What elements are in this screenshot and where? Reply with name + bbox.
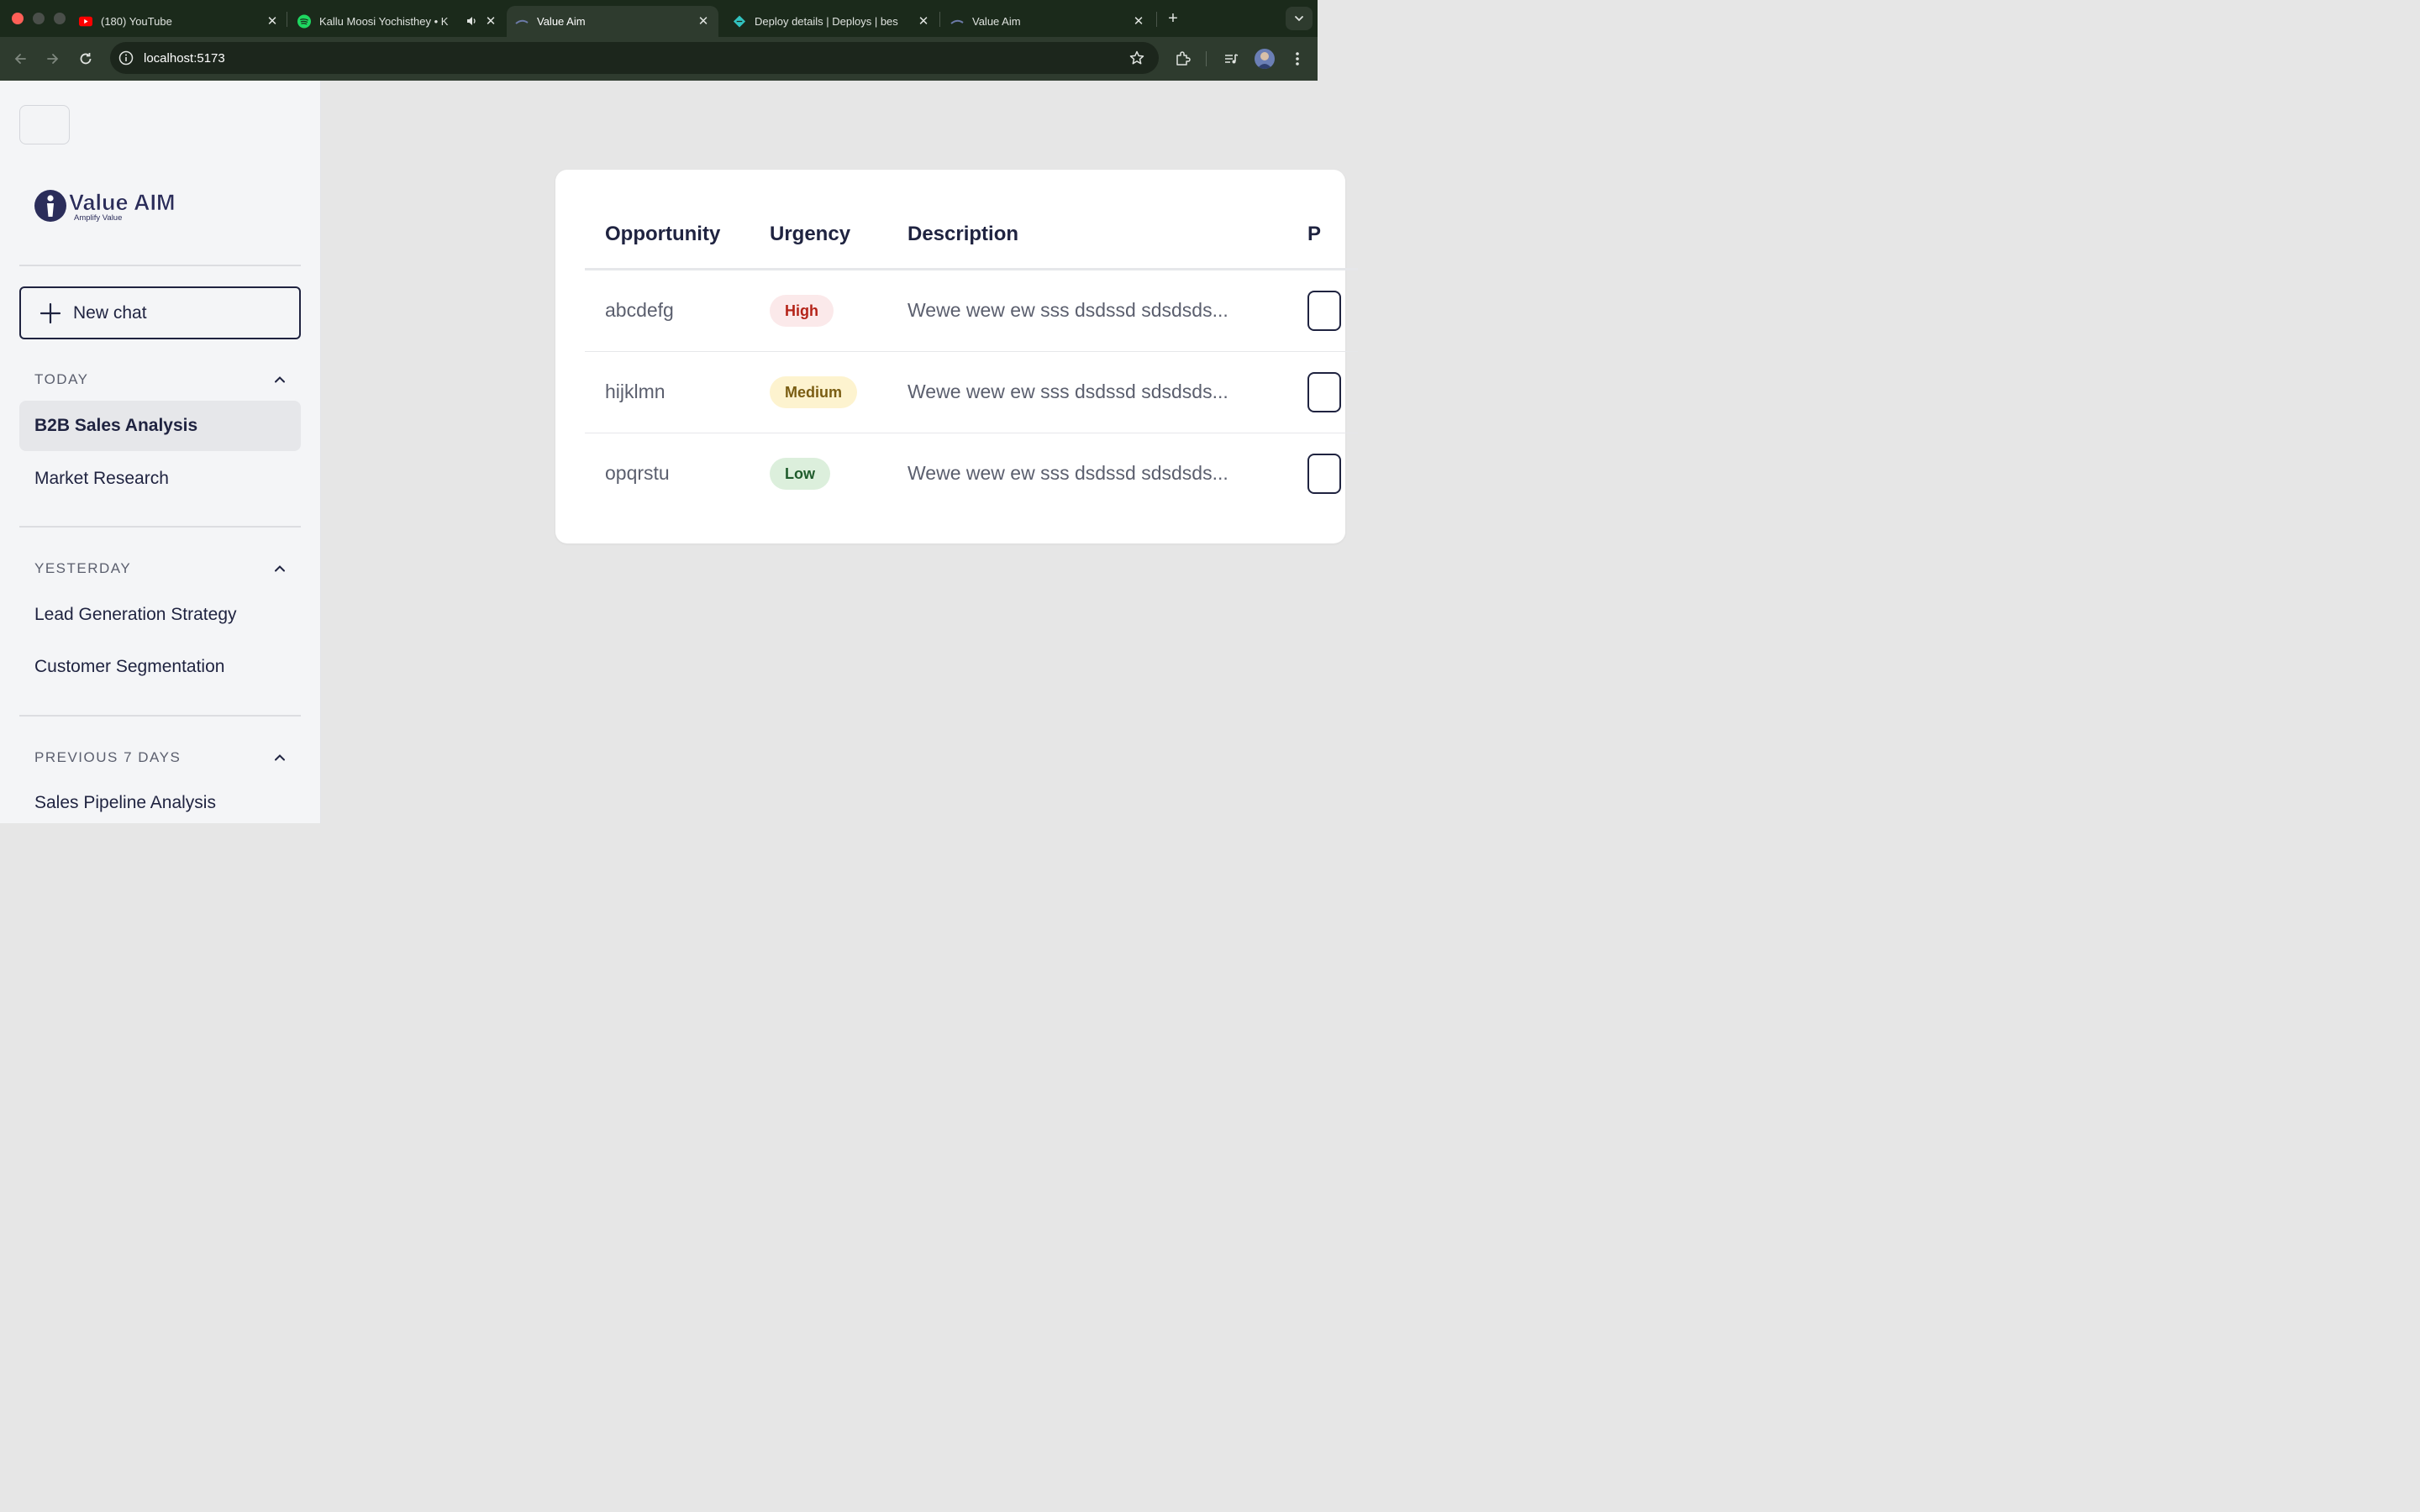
address-bar[interactable]: localhost:5173 [110, 42, 1159, 74]
sidebar: Value AIM Amplify Value New chat TODAY B… [0, 81, 321, 823]
url-text[interactable]: localhost:5173 [144, 51, 225, 66]
sidebar-toggle-button[interactable] [19, 105, 70, 144]
close-tab-icon[interactable]: ✕ [484, 14, 497, 29]
section-label: TODAY [34, 371, 89, 387]
chevron-up-icon[interactable] [273, 751, 287, 764]
tab-title: (180) YouTube [101, 15, 172, 28]
tab-title: Kallu Moosi Yochisthey • K [319, 15, 449, 28]
section-header-yesterday[interactable]: YESTERDAY [34, 559, 287, 579]
section-header-today[interactable]: TODAY [34, 370, 287, 390]
chevron-up-icon[interactable] [273, 373, 287, 386]
close-window-button[interactable] [12, 13, 24, 24]
browser-tab-value-aim-active[interactable]: Value Aim ✕ [507, 6, 718, 37]
svg-text:Amplify Value: Amplify Value [74, 213, 122, 223]
chevron-down-icon [1295, 16, 1303, 22]
forward-button[interactable] [43, 49, 63, 69]
value-aim-logo: Value AIM Amplify Value [34, 188, 202, 225]
close-tab-icon[interactable]: ✕ [266, 14, 279, 29]
tab-title: Deploy details | Deploys | bes [755, 15, 898, 28]
row-divider [585, 351, 1358, 352]
close-tab-icon[interactable]: ✕ [917, 14, 930, 29]
section-label: YESTERDAY [34, 560, 132, 576]
close-tab-icon[interactable]: ✕ [1132, 14, 1145, 29]
sidebar-divider [19, 265, 301, 266]
opportunity-cell: opqrstu [605, 462, 670, 484]
row-action-button[interactable] [1307, 372, 1341, 412]
value-aim-favicon [515, 15, 529, 29]
spotify-icon [297, 14, 311, 29]
back-button[interactable] [10, 49, 30, 69]
toolbar-divider [1206, 51, 1207, 66]
speaker-icon[interactable] [464, 15, 479, 29]
column-header-description: Description [908, 223, 1019, 245]
tab-search-button[interactable] [1286, 7, 1313, 30]
description-cell: Wewe wew ew sss dsdssd sdsdsds... [908, 462, 1228, 484]
urgency-badge-high: High [770, 295, 834, 327]
browser-tab-bar: (180) YouTube ✕ Kallu Moosi Yochisthey •… [0, 0, 1318, 37]
browser-tab-spotify[interactable]: Kallu Moosi Yochisthey • K ✕ [289, 6, 506, 37]
opportunity-cell: abcdefg [605, 299, 674, 321]
profile-avatar[interactable] [1255, 49, 1275, 69]
maximize-window-button[interactable] [54, 13, 66, 24]
extensions-icon[interactable] [1172, 49, 1192, 69]
row-action-button[interactable] [1307, 291, 1341, 331]
arrow-left-icon [14, 54, 26, 64]
description-cell: Wewe wew ew sss dsdssd sdsdsds... [908, 299, 1228, 321]
browser-tab-value-aim[interactable]: Value Aim ✕ [942, 6, 1154, 37]
tab-separator [1156, 12, 1157, 27]
close-tab-icon[interactable]: ✕ [697, 14, 710, 29]
column-header-urgency: Urgency [770, 223, 851, 245]
urgency-badge-medium: Medium [770, 376, 858, 408]
youtube-icon [79, 15, 92, 29]
chat-item-b2b-sales-analysis[interactable]: B2B Sales Analysis [19, 401, 301, 451]
column-header-truncated: P [1307, 223, 1322, 245]
svg-text:Value AIM: Value AIM [69, 190, 176, 215]
value-aim-favicon [950, 15, 964, 29]
chat-item-customer-segmentation[interactable]: Customer Segmentation [19, 642, 301, 692]
section-header-previous-7-days[interactable]: PREVIOUS 7 DAYS [34, 748, 287, 768]
sidebar-divider [19, 526, 301, 528]
tab-separator [939, 12, 940, 27]
chevron-up-icon[interactable] [273, 562, 287, 575]
opportunity-cell: hijklmn [605, 381, 666, 402]
urgency-badge-low: Low [770, 458, 830, 490]
sidebar-divider [19, 715, 301, 717]
tab-title: Value Aim [972, 15, 1021, 28]
section-label: PREVIOUS 7 DAYS [34, 749, 182, 765]
chat-item-market-research[interactable]: Market Research [19, 454, 301, 504]
opportunities-table-card: Opportunity Urgency Description P abcdef… [555, 170, 1358, 543]
new-chat-button[interactable]: New chat [19, 286, 301, 339]
chat-item-lead-generation-strategy[interactable]: Lead Generation Strategy [19, 590, 301, 640]
browser-menu-icon[interactable] [1287, 49, 1307, 69]
arrow-right-icon [47, 54, 59, 64]
new-chat-label: New chat [73, 302, 147, 323]
description-cell: Wewe wew ew sss dsdssd sdsdsds... [908, 381, 1228, 402]
reload-icon [80, 53, 92, 65]
media-control-icon[interactable] [1221, 49, 1241, 69]
tab-title: Value Aim [537, 15, 586, 28]
column-header-opportunity: Opportunity [605, 223, 721, 245]
bookmark-star-icon[interactable] [1128, 50, 1145, 66]
site-info-icon[interactable] [118, 50, 134, 66]
table-header-divider [585, 268, 1358, 270]
browser-tab-netlify[interactable]: Deploy details | Deploys | bes ✕ [724, 6, 939, 37]
browser-toolbar: localhost:5173 [0, 37, 1318, 81]
new-tab-button[interactable]: + [1163, 8, 1183, 29]
browser-tab-youtube[interactable]: (180) YouTube ✕ [71, 6, 287, 37]
minimize-window-button[interactable] [33, 13, 45, 24]
chat-item-sales-pipeline-analysis[interactable]: Sales Pipeline Analysis [19, 778, 301, 828]
netlify-icon [733, 15, 746, 29]
plus-icon [39, 302, 61, 323]
row-action-button[interactable] [1307, 454, 1341, 494]
reload-button[interactable] [76, 49, 96, 69]
